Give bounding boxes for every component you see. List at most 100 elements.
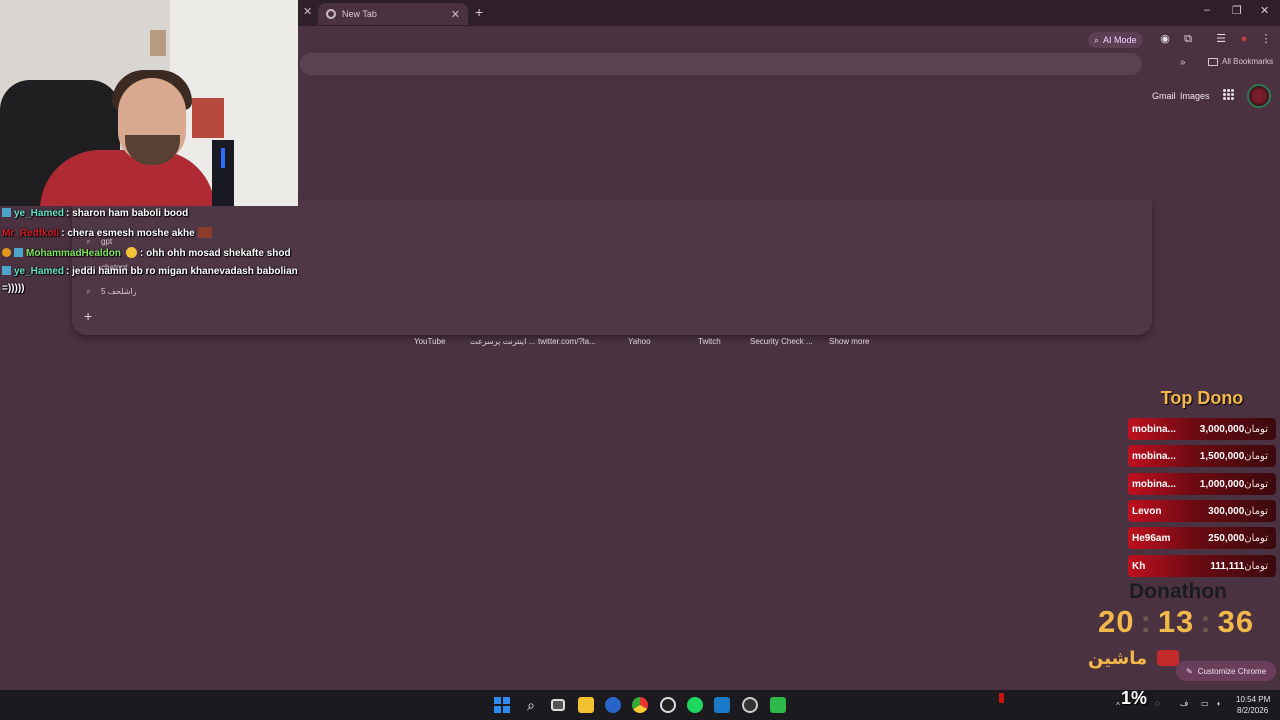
- top-dono-title: Top Dono: [1160, 388, 1244, 408]
- suggestion-text: 5 راشلحف: [101, 287, 137, 296]
- ai-mode-button[interactable]: ⌕ AI Mode: [1088, 32, 1143, 48]
- donathon-title: Donathon: [1129, 580, 1227, 603]
- webcam-frame: [150, 30, 166, 56]
- dono-currency: تومان: [1244, 505, 1268, 517]
- chat-message: ye_Hamed: jeddi hamin bb ro migan khanev…: [2, 266, 298, 277]
- clock-time[interactable]: 10:54 PM: [1236, 695, 1270, 704]
- restore-icon[interactable]: ❐: [1232, 4, 1242, 17]
- webcam-overlay: [0, 0, 298, 206]
- chat-username: ye_Hamed: [14, 266, 65, 277]
- add-icon[interactable]: +: [84, 308, 92, 324]
- minimize-icon[interactable]: –: [1204, 4, 1210, 16]
- extensions-icon[interactable]: ⧉: [1182, 33, 1194, 45]
- chat-text: : ohh ohh mosad shekafte shod: [140, 248, 291, 259]
- dono-name: Levon: [1132, 505, 1162, 517]
- clock-date[interactable]: 8/2/2026: [1237, 706, 1268, 715]
- dono-row: Kh تومان111,111: [1128, 555, 1276, 577]
- dono-amount: 111,111: [1210, 560, 1245, 572]
- omnibox[interactable]: [300, 53, 1142, 75]
- suggestion-item[interactable]: ⌕ 5 راشلحف: [86, 286, 137, 297]
- images-link[interactable]: Images: [1180, 91, 1210, 101]
- logitech-icon[interactable]: [660, 697, 676, 713]
- search-icon: ⌕: [86, 286, 92, 296]
- dono-row: mobina... تومان3,000,000: [1128, 418, 1276, 440]
- chat-username: ye_Hamed: [14, 208, 65, 219]
- chat-message: ye_Hamed: sharon ham baboli bood: [2, 208, 188, 219]
- dono-name: Kh: [1132, 560, 1146, 572]
- tray-chevron-icon[interactable]: ^: [1116, 701, 1120, 710]
- donathon-label: ماشین: [1088, 648, 1148, 668]
- dono-amount: 1,500,000: [1199, 450, 1245, 462]
- taskbar-search-icon[interactable]: ⌕: [523, 697, 539, 713]
- mic-icon[interactable]: ◌: [1155, 699, 1160, 708]
- shortcut-security-check[interactable]: Security Check ...: [750, 337, 813, 346]
- ai-search-icon: ⌕: [1094, 34, 1100, 45]
- dono-name: mobina...: [1132, 478, 1176, 490]
- tab-title: New Tab: [342, 9, 377, 19]
- timer-hours: 20: [1098, 604, 1135, 639]
- chat-username: MohammadHealdon: [26, 248, 122, 259]
- dono-currency: تومان: [1244, 560, 1268, 572]
- account-avatar[interactable]: [1247, 84, 1271, 108]
- close-tab-icon[interactable]: ✕: [451, 8, 460, 21]
- dono-row: Levon تومان300,000: [1128, 500, 1276, 522]
- bits-badge-icon: [2, 248, 11, 257]
- chat-text: =))))): [2, 283, 25, 294]
- shortcut-internet[interactable]: اینترنت پرسرعت ...: [470, 337, 535, 346]
- gmail-link[interactable]: Gmail: [1152, 91, 1176, 101]
- alert-indicator: [999, 693, 1004, 703]
- close-icon[interactable]: ✕: [303, 5, 312, 18]
- customize-chrome-label: Customize Chrome: [1197, 666, 1267, 676]
- dono-name: mobina...: [1132, 450, 1176, 462]
- chat-text: : jeddi hamin bb ro migan khanevadash ba…: [66, 266, 298, 277]
- spotify-icon[interactable]: [687, 697, 703, 713]
- chat-message: =))))): [2, 283, 25, 294]
- sub-badge-icon: [2, 208, 11, 217]
- shortcut-twitter[interactable]: twitter.com/?la...: [538, 337, 596, 346]
- tab-search-icon[interactable]: ☰: [1215, 33, 1227, 45]
- chat-message: MohammadHealdon : ohh ohh mosad shekafte …: [2, 247, 291, 259]
- shortcut-youtube[interactable]: YouTube: [414, 337, 445, 346]
- dono-row: mobina... تومان1,500,000: [1128, 445, 1276, 467]
- chrome-taskbar-icon[interactable]: [632, 697, 648, 713]
- customize-chrome-button[interactable]: ✎ Customize Chrome: [1176, 661, 1277, 681]
- bookmarks-chevron-icon[interactable]: »: [1180, 57, 1186, 68]
- telegram-icon[interactable]: [770, 697, 786, 713]
- google-apps-icon[interactable]: [1223, 89, 1234, 100]
- chat-text: : chera esmesh moshe akhe: [61, 228, 195, 239]
- obs-icon[interactable]: [742, 697, 758, 713]
- task-view-icon[interactable]: [551, 699, 565, 711]
- window-close-icon[interactable]: ✕: [1260, 4, 1269, 17]
- language-icon[interactable]: ف: [1180, 699, 1188, 708]
- laugh-emoji-icon: [126, 247, 138, 258]
- volume-icon[interactable]: ◖: [1216, 699, 1221, 708]
- donathon-timer: 20:13:36: [1098, 604, 1255, 639]
- shortcut-twitch[interactable]: Twitch: [698, 337, 721, 346]
- start-icon[interactable]: [494, 697, 510, 713]
- shortcut-yahoo[interactable]: Yahoo: [628, 337, 651, 346]
- network-icon[interactable]: ▭: [1201, 699, 1209, 708]
- timer-minutes: 13: [1157, 604, 1195, 639]
- webcam-light: [221, 148, 225, 168]
- sub-badge-icon: [14, 248, 23, 257]
- menu-icon[interactable]: ⋮: [1260, 33, 1272, 45]
- all-bookmarks-button[interactable]: All Bookmarks: [1208, 57, 1273, 66]
- record-icon[interactable]: ◉: [1159, 33, 1171, 45]
- new-tab-button[interactable]: +: [475, 4, 483, 20]
- all-bookmarks-label: All Bookmarks: [1222, 57, 1274, 66]
- app-icon[interactable]: [714, 697, 730, 713]
- file-explorer-icon[interactable]: [578, 697, 594, 713]
- vscode-icon[interactable]: [605, 697, 621, 713]
- show-more-shortcuts[interactable]: Show more: [829, 337, 869, 346]
- timer-seconds: 36: [1217, 604, 1255, 639]
- chrome-icon: [326, 9, 336, 19]
- battery-percent: 1%: [1121, 688, 1148, 708]
- dono-amount: 1,000,000: [1199, 478, 1245, 490]
- sub-badge-icon: [2, 266, 11, 275]
- chat-message: Mr_Redfkoli: chera esmesh moshe akhe: [2, 227, 212, 239]
- screen: ✕ New Tab ✕ + – ❐ ✕ ⌕ AI Mode ◉ ⧉ ☰ ● ⋮ …: [0, 0, 1280, 720]
- dono-name: He96am: [1132, 532, 1171, 544]
- dono-row: mobina... تومان1,000,000: [1128, 473, 1276, 495]
- tab-new-tab[interactable]: New Tab ✕: [318, 3, 468, 25]
- profile-icon[interactable]: ●: [1238, 33, 1250, 45]
